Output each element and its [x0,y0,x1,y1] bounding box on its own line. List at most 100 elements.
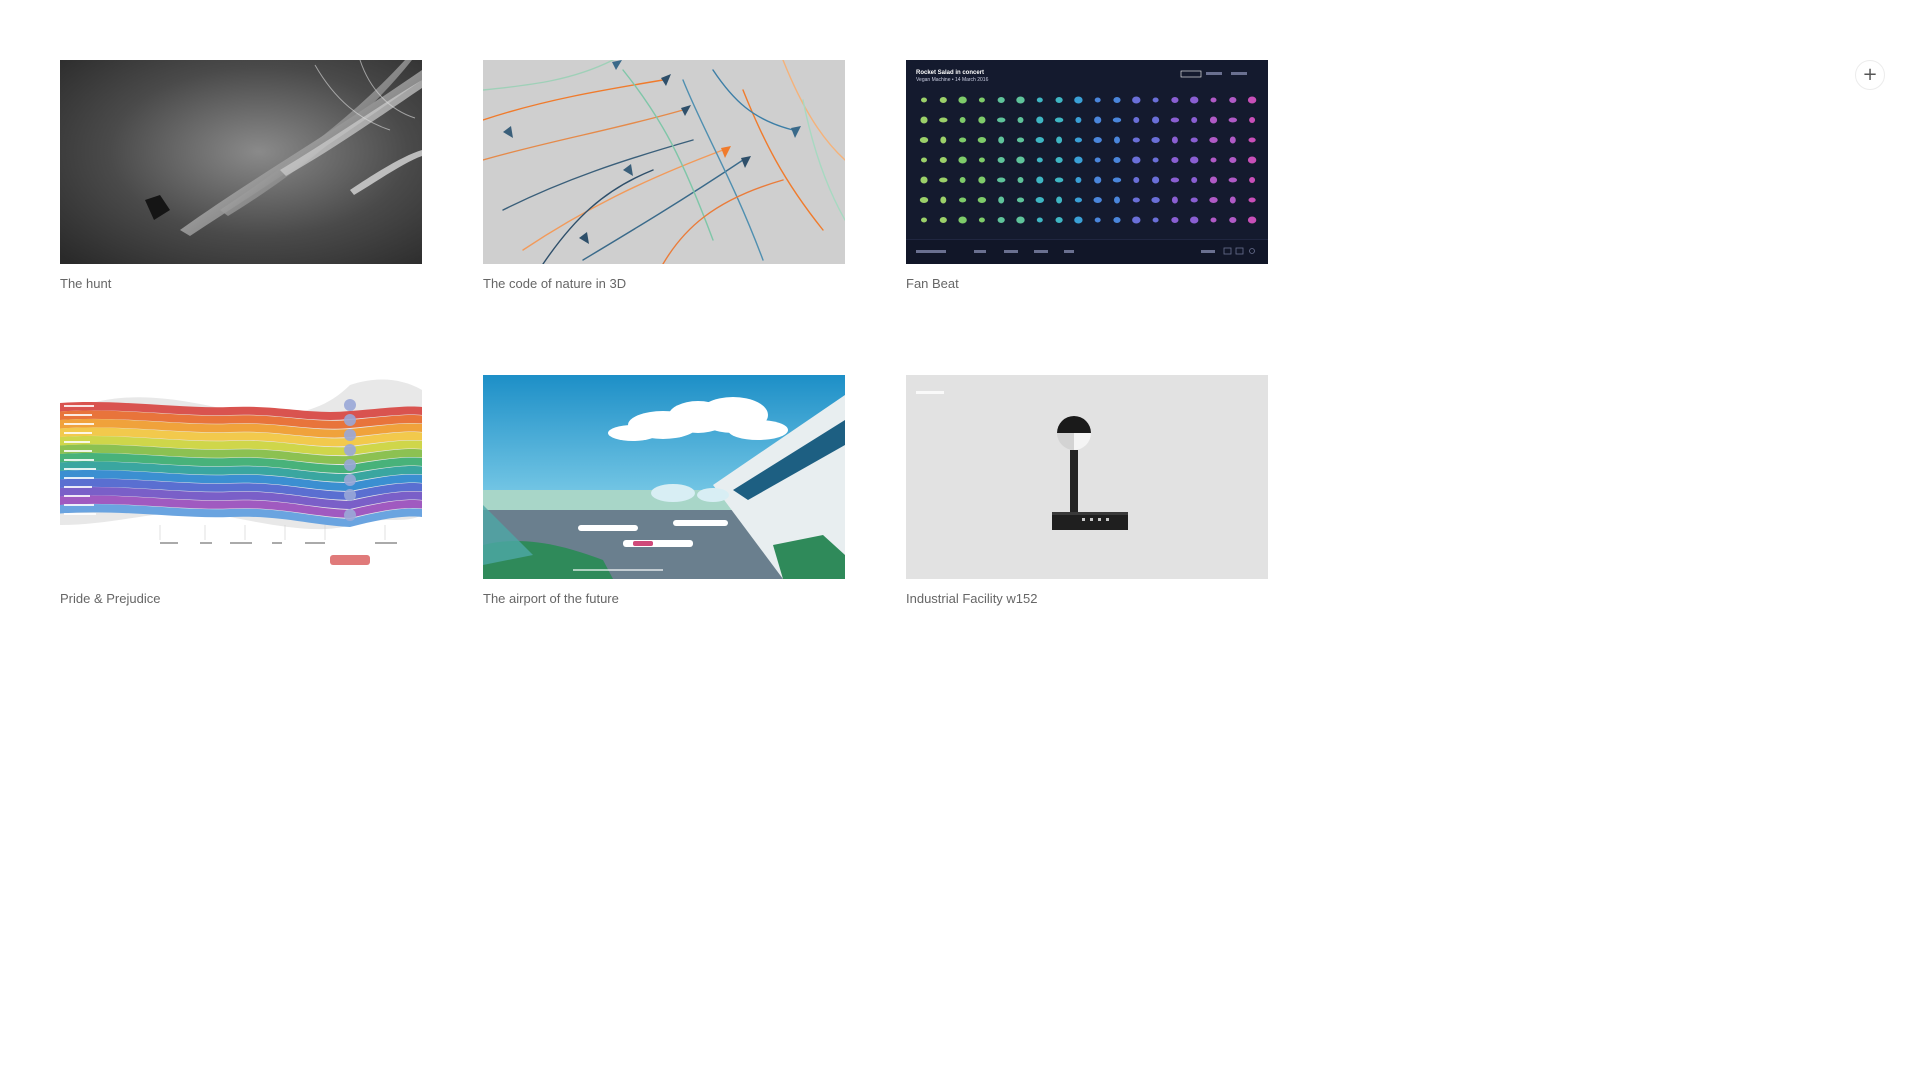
card-title: The hunt [60,276,112,291]
project-card-code-of-nature[interactable]: The code of nature in 3D [483,60,845,292]
fan-dot [1247,96,1257,104]
fan-dot [921,217,927,223]
fan-dot [1016,197,1025,203]
fan-dot [921,157,927,163]
fan-dot [1113,157,1121,163]
fan-dot [919,197,929,203]
fan-dot [1056,136,1063,144]
fan-dot [1075,117,1082,123]
fan-dot [977,197,987,203]
fan-dot [940,136,947,144]
fan-dot [1016,96,1025,104]
fan-dot [1229,136,1236,144]
fan-dot [1132,197,1140,203]
fan-dot [1016,137,1025,143]
fan-dot [978,116,986,124]
fan-dot [1249,117,1256,123]
fan-dot [1210,217,1217,223]
fan-dot [1114,136,1120,144]
fan-dot [1170,117,1180,123]
card-title: The airport of the future [483,591,619,606]
fan-dot [1112,117,1122,123]
fan-dot [1094,116,1102,124]
fan-dot [1248,197,1256,203]
fan-dot [997,157,1005,163]
fan-dot [1151,137,1160,143]
fan-dot [1248,137,1256,143]
fan-dot [997,117,1006,123]
fan-dot [1152,176,1160,184]
fan-dot [1171,157,1179,163]
fan-dot [939,117,948,123]
fan-dot [1249,177,1256,183]
project-card-pride-prejudice[interactable]: Pride & Prejudice [60,375,422,607]
thumbnail-code-of-nature [483,60,845,264]
thumbnail-title: Rocket Salad in concert [916,70,984,76]
card-title: Fan Beat [906,276,959,291]
fan-dot [1132,137,1140,143]
fan-dot [1171,136,1178,144]
fan-dot [1152,116,1160,124]
fan-dot [998,196,1005,204]
fan-dot [1190,156,1199,164]
fan-dot [940,196,947,204]
fan-dot [1170,177,1180,183]
fan-dot [1151,197,1160,203]
fan-dot [959,117,966,123]
thumbnail-industrial-facility [906,375,1268,579]
fan-dot [1094,176,1102,184]
thumbnail-airport [483,375,845,579]
fan-dot [1074,137,1082,143]
fan-dot [1132,216,1141,224]
fan-dot [959,177,966,183]
fan-dot [958,156,967,164]
thumbnail-subtitle: Vegan Machine • 14 March 2016 [916,77,989,83]
fan-dot [1054,177,1064,183]
fan-dot [1228,177,1237,183]
fan-dot [1055,157,1063,163]
project-card-the-hunt[interactable]: The hunt [60,60,422,292]
fan-dot [1093,137,1102,143]
card-title: Pride & Prejudice [60,591,161,606]
page: The hunt The code of nature in 3D Rocket… [0,0,1920,1080]
fan-dot [1228,117,1237,123]
fan-dot [1113,97,1121,103]
fan-dot [1056,196,1063,204]
fan-dot [939,97,947,103]
thumbnail-the-hunt [60,60,422,264]
fan-dot [1229,97,1237,103]
fan-dot [1074,156,1083,164]
fan-dot [1133,177,1140,183]
card-title: The code of nature in 3D [483,276,627,291]
fan-dot [1247,156,1257,164]
project-card-airport-of-the-future[interactable]: The airport of the future [483,375,845,607]
fan-dot [1094,97,1101,103]
fan-dot [1036,217,1043,223]
fan-dot [1152,97,1159,103]
fan-dot [1229,196,1236,204]
fan-dot [958,96,967,104]
fan-dot [1017,177,1024,183]
fan-dot [1133,117,1140,123]
fan-dot [998,136,1005,144]
fan-dot [1229,217,1237,223]
project-card-industrial-facility[interactable]: Industrial Facility w152 [906,375,1268,607]
fan-dot [978,157,985,163]
fan-dot [920,176,928,184]
fan-dot [1209,176,1218,184]
fan-dot [939,217,947,223]
project-card-fan-beat[interactable]: Rocket Salad in concert Vegan Machine • … [906,60,1268,292]
fan-dot [1171,97,1179,103]
thumbnail-pride-prejudice [60,375,422,579]
project-grid: The hunt The code of nature in 3D Rocket… [60,60,1268,607]
fan-dot [997,217,1005,223]
add-button[interactable]: + [1855,60,1885,90]
fan-dot [1191,117,1198,123]
fan-dot [1055,217,1063,223]
fan-dot [1191,177,1198,183]
fan-dot [1036,157,1043,163]
fan-dot [1209,197,1218,203]
fan-dot [1209,137,1218,143]
fan-dot [1036,116,1044,124]
fan-dot [977,137,987,143]
